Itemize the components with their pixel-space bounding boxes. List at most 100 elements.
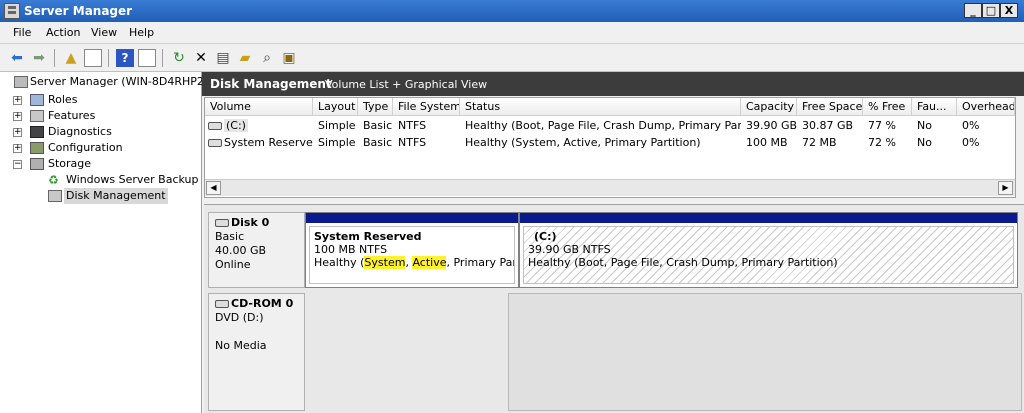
cdrom-icon [215,300,229,308]
properties-pane-icon[interactable] [138,49,156,67]
partition-system-reserved[interactable]: System Reserved 100 MB NTFS Healthy (Sys… [305,212,519,288]
cell-percent-free: 72 % [868,136,896,149]
cdrom-0-area [508,293,1022,411]
cell-free-space: 72 MB [802,136,837,149]
maximize-button[interactable]: □ [982,3,1000,18]
cell-status: Healthy (System, Active, Primary Partiti… [465,136,701,149]
highlight-active: Active [412,256,447,269]
cell-fault-tolerance: No [917,119,932,132]
open-icon[interactable]: ▰ [236,49,254,67]
refresh-icon[interactable]: ↻ [170,49,188,67]
disk-management-header: Disk Management Volume List + Graphical … [202,72,1024,96]
cdrom-0-type: DVD (D:) [215,311,264,324]
features-icon [30,110,44,122]
menu-action[interactable]: Action [46,26,80,39]
column-header-capacity[interactable]: Capacity [741,98,797,116]
cell-capacity: 100 MB [746,136,788,149]
windows-server-backup-icon: ♻ [48,173,59,187]
server-manager-icon [4,3,20,19]
search-icon[interactable]: ⌕ [258,49,276,67]
tree-root-server-manager[interactable]: Server Manager (WIN-8D4RHP2PDI [30,74,222,90]
partition-name: (C:) [534,230,557,243]
expander-configuration[interactable]: + [13,144,22,153]
tree-item-features[interactable]: Features [48,108,95,124]
minimize-button[interactable]: _ [964,3,982,18]
volume-name: System Reserved [224,136,313,149]
forward-arrow-icon[interactable]: ➡ [30,49,48,67]
tree-item-storage[interactable]: Storage [48,156,91,172]
tree-item-configuration[interactable]: Configuration [48,140,123,156]
cdrom-0-name: CD-ROM 0 [231,297,294,310]
menu-view[interactable]: View [91,26,117,39]
cdrom-0-label[interactable]: CD-ROM 0 DVD (D:) No Media [208,293,305,411]
disk-0-status: Online [215,258,251,271]
partition-detail: 39.90 GB NTFS [528,243,611,256]
page-title: Disk Management [210,77,332,91]
tree-item-disk-management[interactable]: Disk Management [64,188,168,204]
menu-file[interactable]: File [13,26,31,39]
delete-icon[interactable]: ✕ [192,49,210,67]
disk-icon [215,219,229,227]
roles-icon [30,94,44,106]
tree-item-windows-server-backup[interactable]: Windows Server Backup [66,172,199,188]
horizontal-scrollbar[interactable]: ◀ ▶ [205,179,1015,196]
cell-free-space: 30.87 GB [802,119,854,132]
column-header-layout[interactable]: Layout [313,98,358,116]
cell-fault-tolerance: No [917,136,932,149]
partition-status: Healthy (Boot, Page File, Crash Dump, Pr… [528,256,838,269]
column-header-free-space[interactable]: Free Space [797,98,863,116]
volume-list: Volume Layout Type File System Status Ca… [204,97,1016,198]
expander-storage[interactable]: − [13,160,22,169]
title-bar: Server Manager _ □ X [0,0,1024,22]
disk-0-size: 40.00 GB [215,244,267,257]
expander-features[interactable]: + [13,112,22,121]
cell-type: Basic [363,119,393,132]
back-arrow-icon[interactable]: ⬅ [8,49,26,67]
close-button[interactable]: X [1000,3,1018,18]
column-header-status[interactable]: Status [460,98,741,116]
cell-overhead: 0% [962,136,980,149]
partition-name: System Reserved [314,230,422,243]
volume-name: (C:) [224,119,248,132]
view-subtitle: Volume List + Graphical View [325,78,488,91]
properties-icon[interactable]: ▤ [214,49,232,67]
graphical-view: Disk 0 Basic 40.00 GB Online System Rese… [204,204,1024,413]
expander-diagnostics[interactable]: + [13,128,22,137]
cell-status: Healthy (Boot, Page File, Crash Dump, Pr… [465,119,741,132]
partition-bar [520,213,1017,223]
window-title: Server Manager [24,4,133,18]
cell-capacity: 39.90 GB [746,119,797,132]
help-icon[interactable]: ? [116,49,134,67]
partition-bar [306,213,518,223]
column-header-file-system[interactable]: File System [393,98,460,116]
highlight-system: System [364,256,406,269]
column-header-volume[interactable]: Volume [205,98,313,116]
expander-roles[interactable]: + [13,96,22,105]
storage-icon [30,158,44,170]
cell-layout: Simple [318,136,356,149]
show-hide-tree-icon[interactable] [84,49,102,67]
connect-icon[interactable]: ▣ [280,49,298,67]
disk-management-icon [48,190,62,202]
column-header-type[interactable]: Type [358,98,393,116]
menu-help[interactable]: Help [129,26,154,39]
scroll-right-icon[interactable]: ▶ [998,181,1013,195]
partition-status: Healthy (System, Active, Primary Partiti… [314,256,514,269]
scroll-left-icon[interactable]: ◀ [206,181,221,195]
cdrom-0-status: No Media [215,339,267,352]
column-header-fault-tolerance[interactable]: Fau... [912,98,957,116]
column-header-percent-free[interactable]: % Free [863,98,912,116]
cell-overhead: 0% [962,119,980,132]
partition-c-drive[interactable]: (C:) 39.90 GB NTFS Healthy (Boot, Page F… [519,212,1018,288]
tree-item-diagnostics[interactable]: Diagnostics [48,124,112,140]
cell-file-system: NTFS [398,136,427,149]
tree-item-roles[interactable]: Roles [48,92,77,108]
up-folder-icon[interactable]: ▲ [62,49,80,67]
console-tree: Server Manager (WIN-8D4RHP2PDI + Roles +… [0,72,222,413]
cell-file-system: NTFS [398,119,427,132]
column-header-overhead[interactable]: Overhead [957,98,1015,116]
volume-disk-icon [208,122,222,130]
cell-layout: Simple [318,119,356,132]
menu-bar: File Action View Help [0,22,1024,44]
disk-0-label[interactable]: Disk 0 Basic 40.00 GB Online [208,212,305,288]
